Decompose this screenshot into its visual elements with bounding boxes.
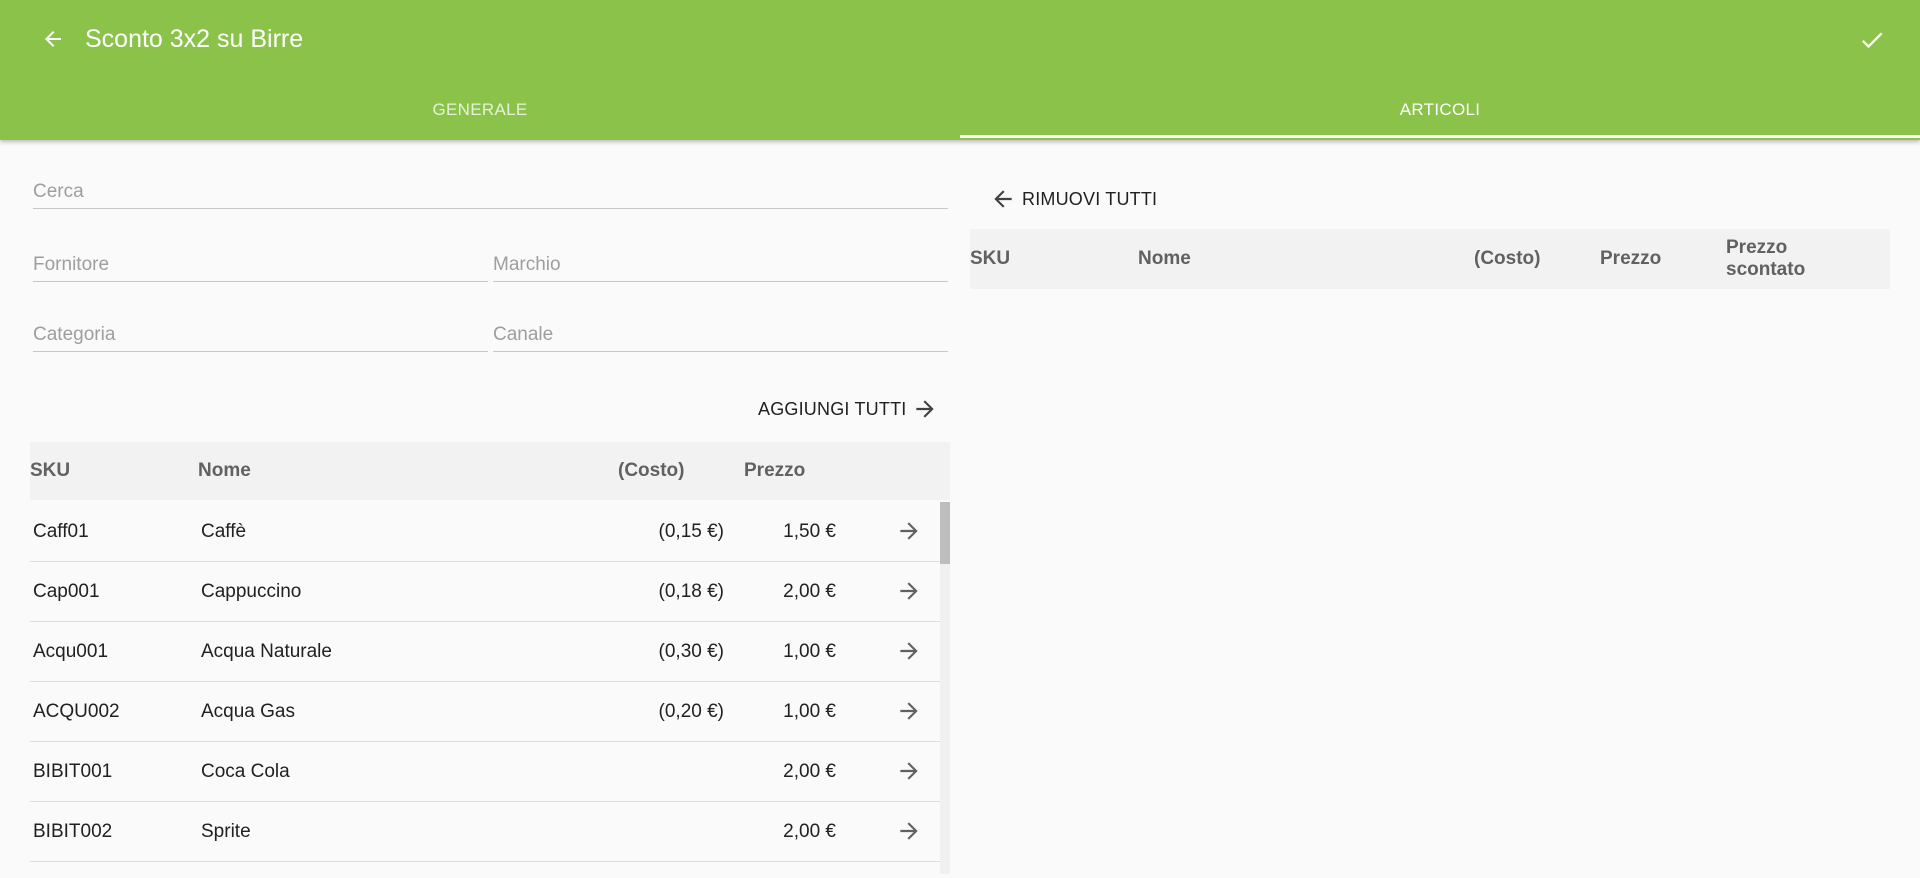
remove-all-button[interactable]: RIMUOVI TUTTI	[990, 186, 1157, 212]
arrow-right-icon	[900, 642, 918, 660]
table-row: BIBIT001 Coca Cola 2,00 €	[30, 742, 940, 802]
arrow-left-icon	[45, 31, 61, 47]
cell-price: 1,00 €	[783, 701, 836, 722]
add-item-button[interactable]	[896, 518, 922, 544]
column-price[interactable]: Prezzo	[744, 442, 805, 500]
supplier-input[interactable]	[33, 246, 488, 280]
cell-cost: (0,18 €)	[658, 581, 724, 602]
channel-field	[493, 316, 948, 352]
tab-articoli[interactable]: ARTICOLI	[960, 80, 1920, 140]
search-input[interactable]	[33, 173, 948, 207]
cell-name: Acqua Naturale	[201, 641, 332, 662]
selected-table-header: SKU Nome (Costo) Prezzo Prezzo scontato	[970, 229, 1890, 289]
table-row: Cap001 Cappuccino (0,18 €) 2,00 €	[30, 562, 940, 622]
add-item-button[interactable]	[896, 578, 922, 604]
arrow-right-icon	[900, 582, 918, 600]
cell-cost	[590, 802, 724, 862]
category-input[interactable]	[33, 316, 488, 350]
column-price[interactable]: Prezzo	[1600, 229, 1661, 289]
brand-field	[493, 246, 948, 282]
cell-name: Cappuccino	[201, 581, 302, 602]
cell-price: 2,00 €	[783, 761, 836, 782]
column-cost[interactable]: (Costo)	[1474, 229, 1540, 289]
column-cost[interactable]: (Costo)	[618, 442, 684, 500]
remove-all-label: RIMUOVI TUTTI	[1022, 188, 1158, 209]
arrow-right-icon	[900, 522, 918, 540]
tab-generale[interactable]: GENERALE	[0, 80, 960, 140]
column-name[interactable]: Nome	[198, 442, 251, 500]
scrollbar[interactable]	[940, 502, 950, 874]
cell-cost: (0,30 €)	[658, 641, 724, 662]
add-item-button[interactable]	[896, 758, 922, 784]
supplier-field	[33, 246, 488, 282]
cell-sku: BIBIT002	[33, 821, 113, 842]
cell-price: 2,00 €	[783, 821, 836, 842]
available-table-body: Caff01 Caffè (0,15 €) 1,50 € Cap001 Capp…	[30, 502, 950, 874]
cell-name: Coca Cola	[201, 761, 290, 782]
cell-name: Acqua Gas	[201, 701, 295, 722]
cell-cost	[590, 742, 724, 802]
arrow-right-icon	[900, 762, 918, 780]
table-row: ACQU002 Acqua Gas (0,20 €) 1,00 €	[30, 682, 940, 742]
cell-cost: (0,15 €)	[658, 521, 724, 542]
check-icon	[1861, 32, 1883, 49]
page-title: Sconto 3x2 su Birre	[85, 25, 304, 53]
confirm-button[interactable]	[1854, 22, 1890, 58]
arrow-left-icon	[994, 190, 1012, 208]
arrow-right-icon	[900, 822, 918, 840]
brand-input[interactable]	[493, 246, 948, 280]
cell-cost: (0,20 €)	[658, 701, 724, 722]
app-bar: Sconto 3x2 su Birre GENERALE ARTICOLI	[0, 0, 1920, 140]
channel-input[interactable]	[493, 316, 948, 350]
column-name[interactable]: Nome	[1138, 229, 1191, 289]
table-row: Caff01 Caffè (0,15 €) 1,50 €	[30, 502, 940, 562]
category-field	[33, 316, 488, 352]
back-button[interactable]	[36, 22, 70, 56]
column-sku[interactable]: SKU	[30, 442, 70, 500]
cell-sku: Acqu001	[33, 641, 109, 662]
cell-sku: BIBIT001	[33, 761, 113, 782]
tab-bar: GENERALE ARTICOLI	[0, 80, 1920, 140]
cell-name: Sprite	[201, 821, 251, 842]
available-table-header: SKU Nome (Costo) Prezzo	[30, 442, 950, 500]
arrow-right-icon	[900, 702, 918, 720]
cell-sku: Cap001	[33, 581, 100, 602]
add-item-button[interactable]	[896, 638, 922, 664]
scrollbar-thumb[interactable]	[940, 502, 950, 564]
add-all-label: AGGIUNGI TUTTI	[758, 398, 907, 419]
column-discounted-price[interactable]: Prezzo scontato	[1726, 229, 1826, 289]
add-all-button[interactable]: AGGIUNGI TUTTI	[758, 396, 938, 422]
cell-sku: Caff01	[33, 521, 89, 542]
cell-price: 1,00 €	[783, 641, 836, 662]
arrow-right-icon	[916, 400, 935, 418]
add-item-button[interactable]	[896, 698, 922, 724]
cell-price: 2,00 €	[783, 581, 836, 602]
cell-sku: ACQU002	[33, 701, 120, 722]
table-row: Acqu001 Acqua Naturale (0,30 €) 1,00 €	[30, 622, 940, 682]
cell-name: Caffè	[201, 521, 247, 542]
add-item-button[interactable]	[896, 818, 922, 844]
column-sku[interactable]: SKU	[970, 229, 1010, 289]
table-row: BIBIT002 Sprite 2,00 €	[30, 802, 940, 862]
cell-price: 1,50 €	[783, 521, 836, 542]
search-field	[33, 173, 948, 209]
